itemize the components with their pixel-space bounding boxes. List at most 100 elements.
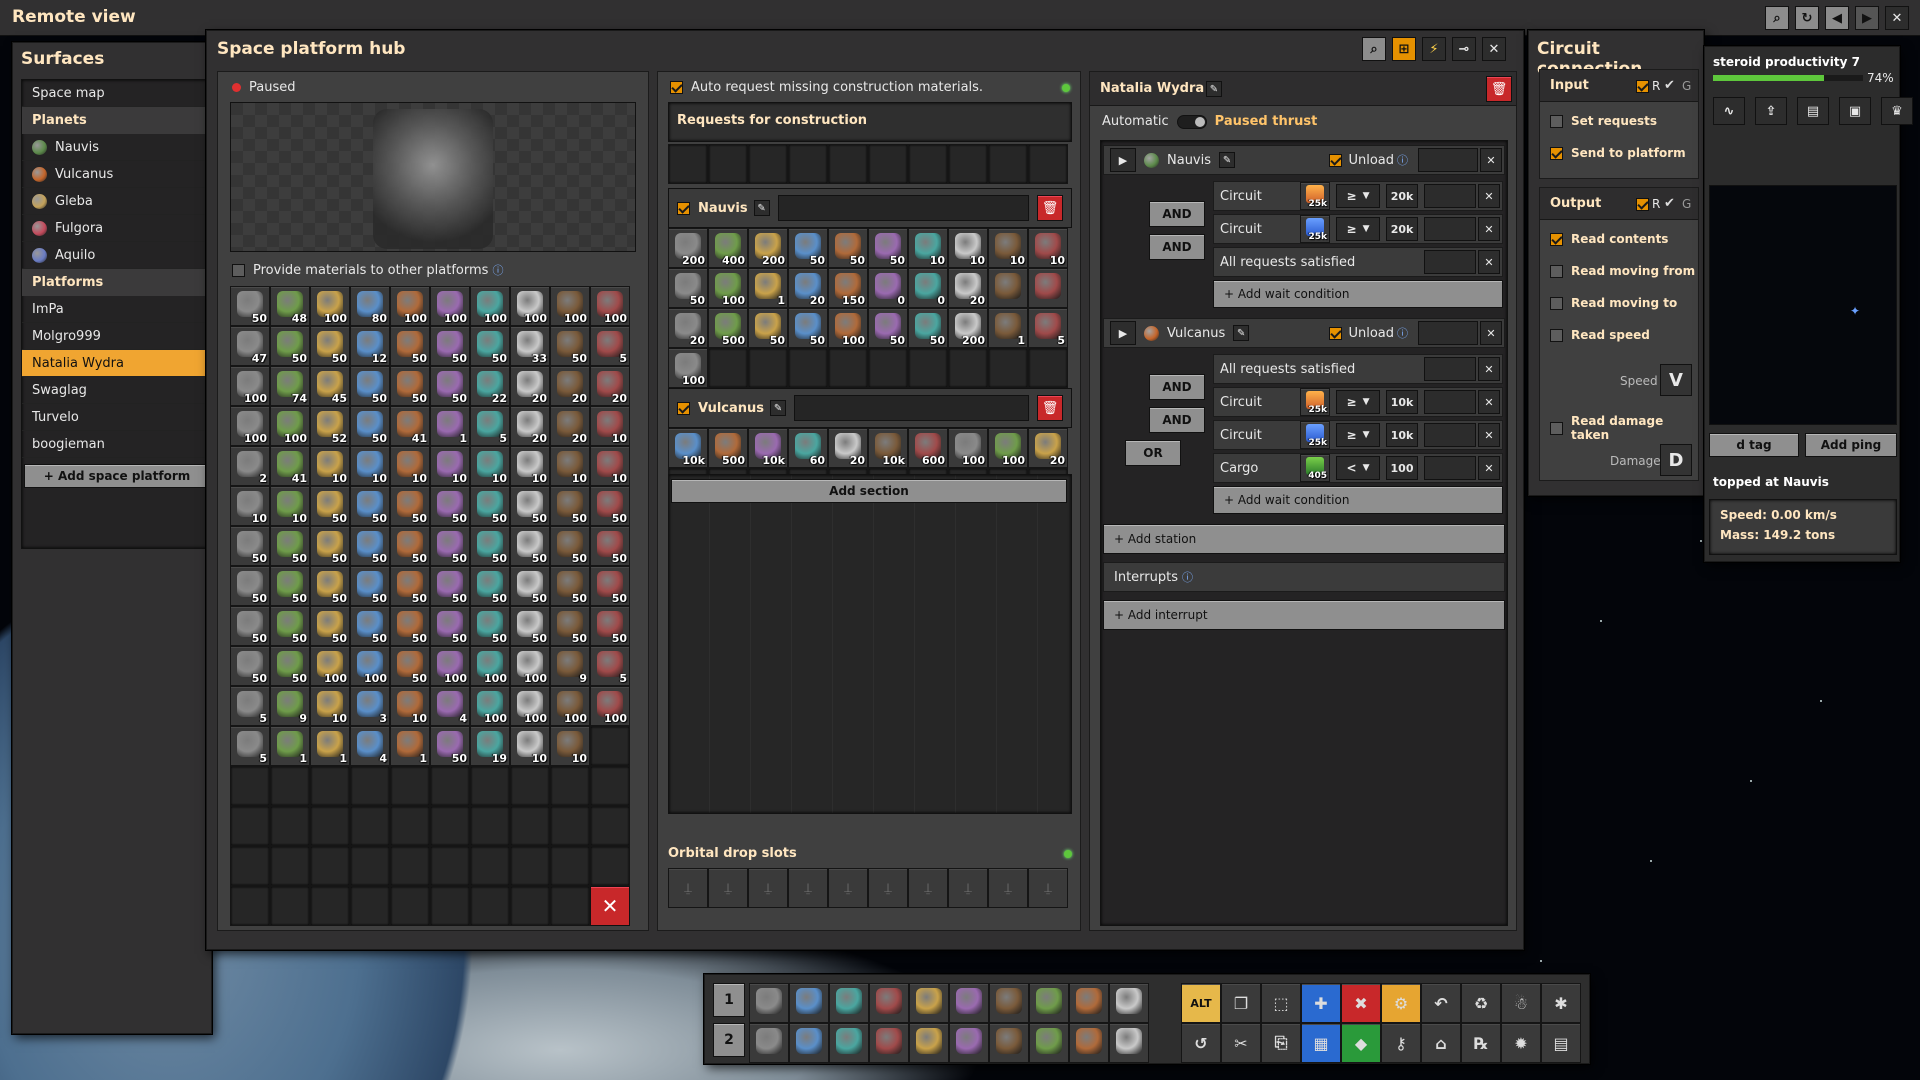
inventory-slot[interactable]: 33 (510, 326, 550, 366)
inventory-slot[interactable] (230, 886, 270, 926)
quickbar-slot[interactable] (949, 1023, 989, 1063)
inventory-slot[interactable]: 50 (390, 566, 430, 606)
orbital-drop-slot[interactable]: ⍊ (908, 868, 948, 908)
inventory-slot[interactable]: 50 (510, 606, 550, 646)
minimap[interactable]: ✦ (1709, 185, 1897, 425)
orbital-drop-slot[interactable]: ⍊ (1028, 868, 1068, 908)
inventory-slot[interactable] (390, 766, 430, 806)
inventory-slot[interactable]: 50 (788, 228, 828, 268)
auto-request-row[interactable]: Auto request missing construction materi… (670, 80, 1070, 95)
inventory-slot[interactable]: 50 (430, 606, 470, 646)
inventory-slot[interactable]: 10 (550, 726, 590, 766)
inventory-slot[interactable] (230, 766, 270, 806)
inventory-slot[interactable]: 100 (550, 686, 590, 726)
read-contents-row[interactable]: Read contents (1550, 232, 1668, 246)
inventory-slot[interactable]: 50 (430, 486, 470, 526)
inventory-slot[interactable] (550, 766, 590, 806)
delete-section-button[interactable]: 🗑 (1037, 395, 1063, 421)
add-interrupt-button[interactable]: + Add interrupt (1103, 600, 1505, 630)
inventory-slot[interactable]: 5 (230, 726, 270, 766)
remove-condition-button[interactable]: ✕ (1478, 217, 1500, 241)
orbital-drop-slot[interactable]: ⍊ (868, 868, 908, 908)
orbital-drop-slot[interactable]: ⍊ (948, 868, 988, 908)
inventory-slot[interactable]: 100 (550, 286, 590, 326)
inventory-slot[interactable]: 100 (230, 366, 270, 406)
red-icon[interactable]: ℞ (1461, 1023, 1501, 1063)
condition-value-field[interactable]: 10k (1386, 423, 1418, 447)
blueprint-icon[interactable]: ✚ (1301, 983, 1341, 1023)
inventory-slot[interactable] (270, 846, 310, 886)
inventory-slot[interactable]: 100 (590, 286, 630, 326)
inventory-slot[interactable] (510, 806, 550, 846)
inventory-slot[interactable] (390, 806, 430, 846)
inventory-slot[interactable]: 100 (828, 308, 868, 348)
green-tool-icon[interactable]: ♻ (1461, 983, 1501, 1023)
inventory-slot[interactable]: 0 (868, 268, 908, 308)
remove-condition-button[interactable]: ✕ (1478, 456, 1500, 480)
quickbar-slot[interactable] (1069, 983, 1109, 1023)
orbital-drop-slot[interactable]: ⍊ (748, 868, 788, 908)
rename-icon[interactable]: ✎ (770, 400, 787, 416)
inventory-slot[interactable]: 50 (390, 486, 430, 526)
close-icon[interactable]: ✕ (1885, 6, 1909, 30)
inventory-slot[interactable]: 10 (390, 686, 430, 726)
inventory-slot[interactable]: 100 (430, 646, 470, 686)
construction-slot[interactable] (1028, 144, 1068, 184)
platform-item-impa[interactable]: ImPa (22, 296, 212, 323)
inventory-slot[interactable]: 50 (390, 326, 430, 366)
quickbar-slot[interactable] (749, 983, 789, 1023)
inventory-slot[interactable]: 50 (430, 726, 470, 766)
quickbar-slot[interactable] (789, 983, 829, 1023)
inventory-slot[interactable]: 1 (390, 726, 430, 766)
inventory-slot[interactable]: 100 (230, 406, 270, 446)
add-wait-condition-button[interactable]: + Add wait condition (1213, 280, 1503, 308)
inventory-slot[interactable] (390, 886, 430, 926)
comparator-dropdown[interactable]: ≥ ▼ (1336, 184, 1380, 208)
inventory-slot[interactable]: 50 (550, 326, 590, 366)
inventory-slot[interactable]: 100 (310, 286, 350, 326)
inventory-slot[interactable]: 100 (430, 286, 470, 326)
inventory-slot[interactable]: 1 (430, 406, 470, 446)
inventory-slot[interactable]: 100 (708, 268, 748, 308)
inventory-slot[interactable]: 200 (748, 228, 788, 268)
inventory-slot[interactable]: 10 (310, 446, 350, 486)
inventory-slot[interactable] (1028, 348, 1068, 388)
inventory-slot[interactable]: 50 (310, 566, 350, 606)
platform-item-turvelo[interactable]: Turvelo (22, 404, 212, 431)
inventory-slot[interactable]: 500 (708, 308, 748, 348)
inventory-slot[interactable]: 45 (310, 366, 350, 406)
deconstruct-icon[interactable]: ✖ (1341, 983, 1381, 1023)
pin-icon[interactable]: ⊸ (1452, 37, 1476, 61)
inventory-slot[interactable]: 100 (668, 348, 708, 388)
inventory-slot[interactable] (270, 886, 310, 926)
planet-item-gleba[interactable]: Gleba (22, 188, 212, 215)
inventory-slot[interactable]: 10 (390, 446, 430, 486)
inventory-slot[interactable]: 50 (270, 606, 310, 646)
inventory-slot[interactable]: 3 (350, 686, 390, 726)
circuit-network-icon[interactable]: ⊞ (1392, 37, 1416, 61)
signal-slot[interactable]: 25k (1300, 421, 1330, 449)
quickbar-slot[interactable] (909, 983, 949, 1023)
inventory-slot[interactable] (310, 806, 350, 846)
rename-icon[interactable]: ✎ (1206, 81, 1222, 97)
inventory-slot[interactable]: 50 (350, 366, 390, 406)
inventory-slot[interactable]: 100 (470, 646, 510, 686)
inventory-slot[interactable]: 50 (310, 526, 350, 566)
inventory-slot[interactable]: 20 (510, 406, 550, 446)
inventory-slot[interactable]: 50 (270, 526, 310, 566)
inventory-slot[interactable] (828, 348, 868, 388)
inventory-slot[interactable]: 50 (510, 526, 550, 566)
inventory-slot[interactable]: 100 (988, 428, 1028, 468)
inventory-slot[interactable]: 50 (470, 486, 510, 526)
quickbar-row-1-button[interactable]: 1 (713, 983, 745, 1017)
inventory-slot[interactable] (310, 766, 350, 806)
input-red-checkbox[interactable] (1636, 80, 1649, 93)
inventory-slot[interactable]: 50 (430, 526, 470, 566)
paste-icon[interactable]: ⎘ (1261, 1023, 1301, 1063)
inventory-slot[interactable]: 200 (668, 228, 708, 268)
inventory-slot[interactable]: 50 (550, 566, 590, 606)
construction-slot[interactable] (788, 144, 828, 184)
remove-condition-button[interactable]: ✕ (1478, 390, 1500, 414)
inventory-slot[interactable]: 5 (590, 326, 630, 366)
inventory-slot[interactable]: 50 (270, 646, 310, 686)
